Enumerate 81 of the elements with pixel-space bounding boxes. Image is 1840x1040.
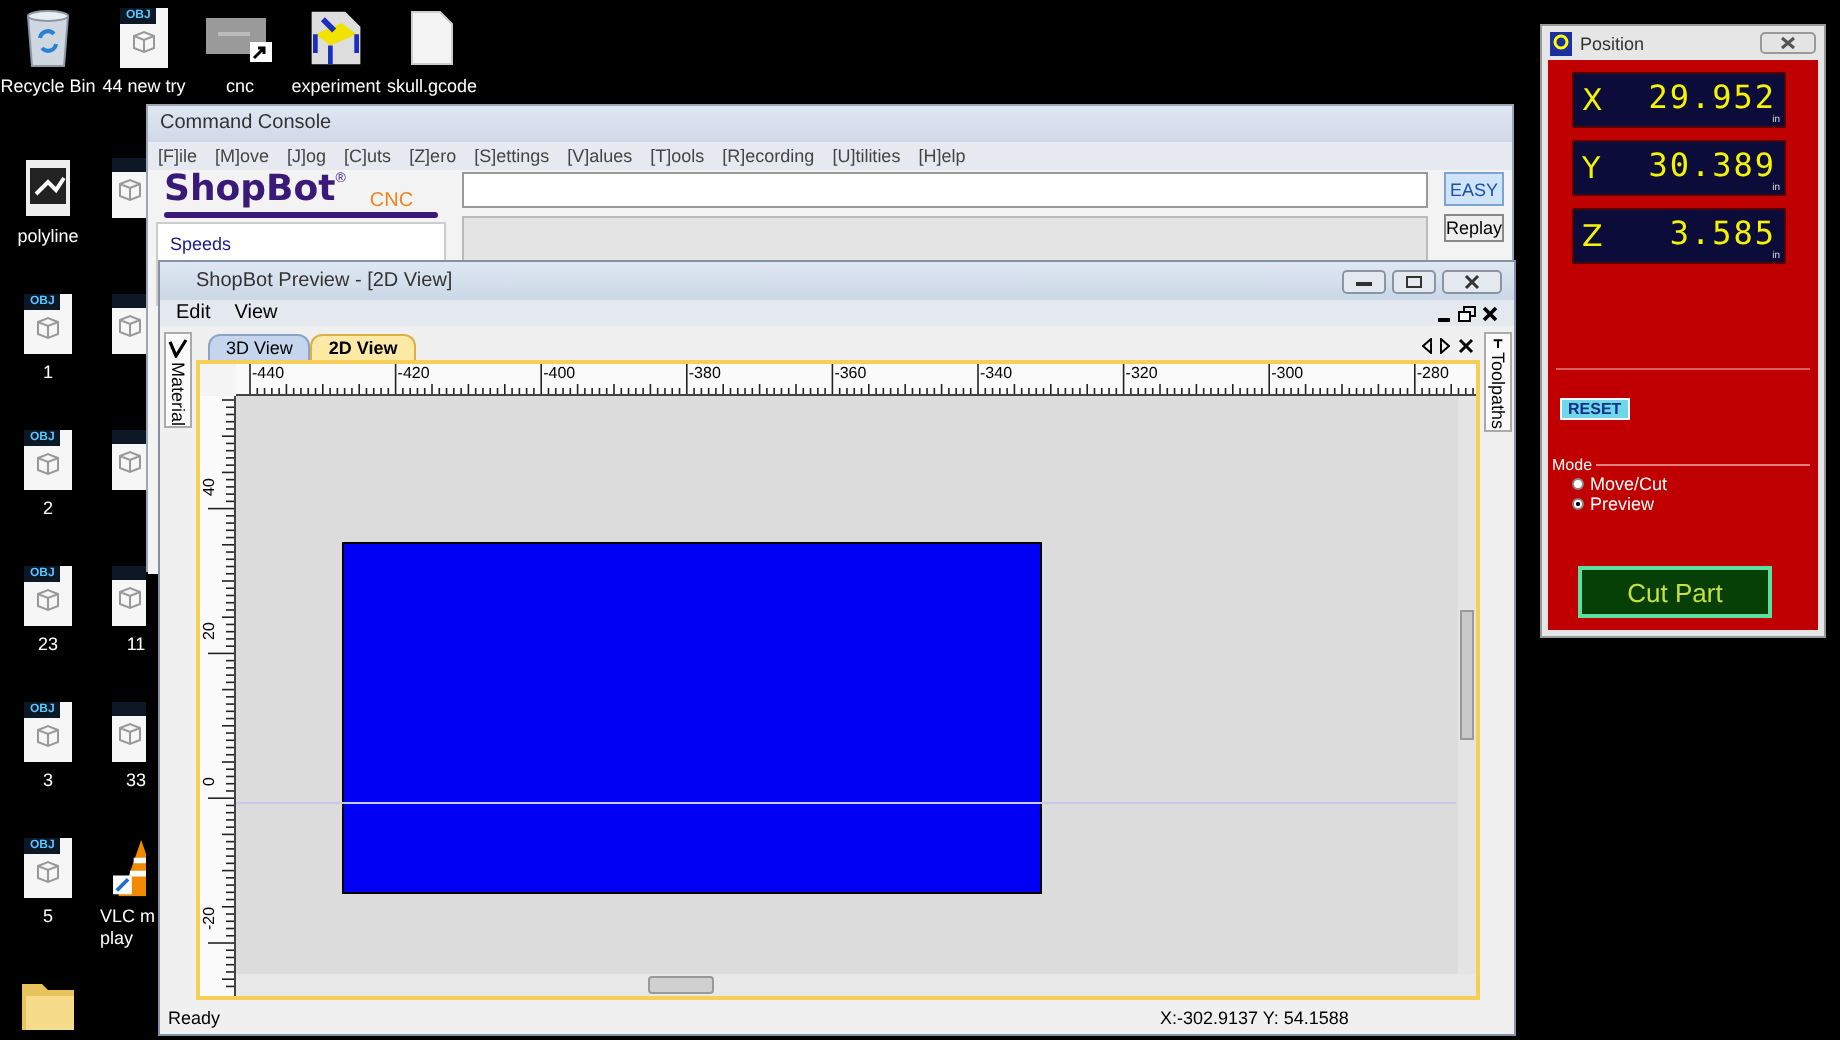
toolpaths-tab[interactable]: Toolpaths [1484,332,1512,432]
icon-label: experiment [291,76,381,98]
window-title: Position [1580,33,1645,53]
menu-item[interactable]: Edit [176,302,211,324]
icon-label: skull.gcode [386,76,478,98]
side-button[interactable]: Replay [1444,214,1504,242]
icon-label: 2 [42,498,53,520]
horizontal-scrollbar[interactable] [236,974,1476,996]
mode-radio[interactable]: Move/Cut [1572,474,1818,494]
icon-label: VLC m play [100,906,156,950]
file-icon[interactable] [410,8,454,68]
menu-item[interactable]: [T]ools [650,146,705,166]
menu-item[interactable]: View [234,302,278,324]
text-tool-icon [1488,338,1508,349]
view-tab[interactable]: 2D View [310,334,416,360]
ruler-label: 0 [200,776,218,786]
drawing-area[interactable] [236,396,1476,996]
ruler-label: -20 [200,907,218,931]
window-title: Command Console [160,112,332,134]
close-icon[interactable] [1482,305,1498,321]
menu-item[interactable]: [S]ettings [474,146,550,166]
icon-label: cnc [225,76,254,98]
pen-icon [168,338,188,358]
machine-icon[interactable] [306,8,366,68]
app-icon [1550,31,1572,55]
ruler-label: -300 [1271,364,1304,382]
icon-label: 5 [42,906,53,928]
recycle-bin-icon[interactable] [22,8,74,68]
obj-file-icon[interactable] [112,294,146,354]
left-arrow-icon[interactable] [1422,338,1432,354]
cursor-coordinates: X:-302.9137 Y: 54.1588 [1160,1007,1349,1027]
menu-item[interactable]: [Z]ero [409,146,457,166]
ruler-label: -400 [543,364,576,382]
reset-button[interactable]: RESET [1560,398,1630,420]
icon-label: 1 [42,362,53,384]
window-title: ShopBot Preview - [2D View] [196,270,453,292]
menu-item[interactable]: [U]tilities [832,146,901,166]
mode-radio[interactable]: Preview [1572,494,1818,514]
material-tab[interactable]: Material [164,332,192,428]
icon-label: 33 [125,770,146,792]
cut-part-button[interactable]: Cut Part [1578,566,1772,618]
vertical-scrollbar[interactable] [1458,396,1476,974]
obj-file-icon[interactable] [112,702,146,762]
icon-label: 3 [42,770,53,792]
icon-label: polyline [17,226,79,248]
icon-label: 11 [126,634,146,656]
menu-item[interactable]: [F]ile [158,146,198,166]
group-label: Speeds [170,234,232,254]
ruler-label: 20 [200,622,218,641]
ruler-label: -280 [1416,364,1449,382]
ruler-label: -380 [688,364,721,382]
status-text: Ready [168,1007,221,1027]
restore-icon[interactable] [1458,305,1476,321]
menu-item[interactable]: [V]alues [567,146,633,166]
menu-item[interactable]: [J]og [287,146,327,166]
view-tab[interactable]: 3D View [208,334,311,360]
obj-file-icon[interactable] [112,158,146,218]
maximize-icon[interactable] [1392,269,1436,293]
ruler-label: -320 [1125,364,1158,382]
right-arrow-icon[interactable] [1440,338,1450,354]
image-file-icon[interactable] [24,158,72,218]
icon-label: 44 new try [102,76,186,98]
ruler-label: 40 [200,478,218,496]
ruler-label: -340 [980,364,1013,382]
easy-button[interactable]: EASY [1444,172,1504,206]
obj-file-icon[interactable] [112,430,146,490]
ruler-label: -420 [397,364,430,382]
icon-label: Recycle Bin [0,76,96,98]
group-label: Mode [1552,456,1593,474]
ruler-label: -440 [252,364,285,382]
close-icon[interactable] [1458,338,1474,354]
obj-file-icon[interactable] [112,566,146,626]
close-icon[interactable] [1442,269,1502,293]
ruler-label: -360 [834,364,867,382]
menu-item[interactable]: [H]elp [918,146,966,166]
command-field[interactable] [462,172,1428,208]
menu-item[interactable]: [C]uts [344,146,392,166]
minimize-icon[interactable] [1342,269,1386,293]
menu-item[interactable]: [R]ecording [722,146,815,166]
icon-label: 23 [37,634,58,656]
menu-item[interactable]: [M]ove [215,146,270,166]
